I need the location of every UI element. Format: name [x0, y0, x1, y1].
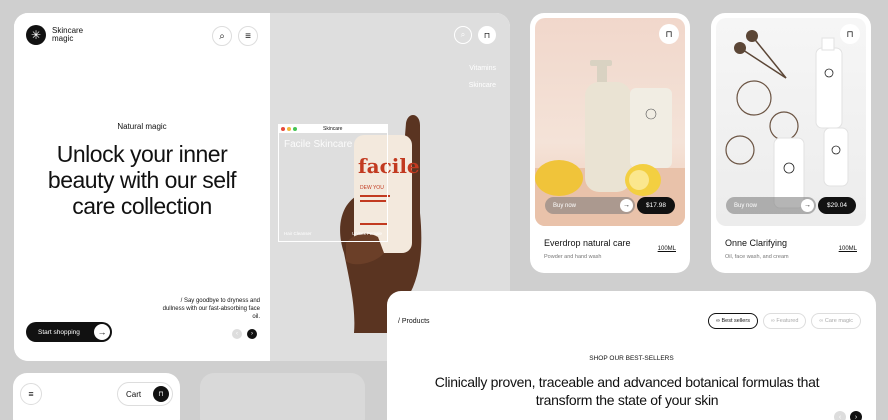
next-slide-button[interactable]: ›	[247, 329, 257, 339]
browser-foot-left: Hair Cleanser	[284, 231, 312, 236]
prev-button[interactable]: ‹	[834, 411, 846, 420]
filter-chips: ∞ Best sellers ∞ Featured ∞ Care magic	[708, 313, 861, 329]
logo-text: Skincare magic	[52, 26, 84, 43]
product-card[interactable]: ⊓ Buy now → $17.98 Everdrop natural care…	[530, 13, 690, 273]
chip-label: Care magic	[824, 318, 853, 324]
bag-button[interactable]: ⊓	[478, 26, 496, 44]
browser-foot-right: Unisex Female	[351, 231, 382, 236]
menu-icon: ≡	[245, 30, 251, 42]
start-shopping-button[interactable]: Start shopping →	[26, 322, 112, 342]
menu-icon: ≡	[28, 389, 34, 399]
product-size[interactable]: 100ML	[658, 246, 676, 252]
close-dot-icon	[281, 127, 285, 131]
search-button[interactable]: ⌕	[212, 26, 232, 46]
products-panel: / Products ∞ Best sellers ∞ Featured ∞ C…	[387, 291, 876, 420]
section-kicker: SHOP OUR BEST-SELLERS	[589, 355, 674, 362]
logo-star-icon: ✳	[26, 25, 46, 45]
everdrop-products-image	[535, 60, 685, 226]
search-icon: ⌕	[219, 30, 225, 42]
buy-now-label: Buy now	[734, 202, 758, 209]
bag-icon: ⊓	[665, 28, 673, 39]
bag-icon: ⊓	[846, 28, 854, 39]
cta-label: Start shopping	[38, 328, 80, 336]
carousel-nav: ‹ ›	[834, 411, 862, 420]
buy-now-button[interactable]: Buy now →	[545, 197, 635, 214]
arrow-right-icon: ›	[251, 331, 253, 337]
hero-subcopy: / Say goodbye to dryness and dullness wi…	[162, 298, 260, 320]
arrow-left-icon: ‹	[236, 331, 238, 337]
product-card[interactable]: ⊓ Buy now → $29.04 Onne Clarifying Oil, …	[711, 13, 871, 273]
onne-products-image	[725, 30, 849, 209]
product-desc: Oil, face wash, and cream	[725, 254, 789, 260]
product-desc: Powder and hand wash	[544, 254, 602, 260]
side-menu: Vitamins Skincare	[469, 60, 496, 94]
arrow-right-icon: →	[801, 199, 814, 212]
minimize-dot-icon	[287, 127, 291, 131]
side-menu-item-vitamins[interactable]: Vitamins	[469, 60, 496, 77]
bag-icon: ⊓	[153, 386, 169, 402]
menu-button[interactable]: ≡	[238, 26, 258, 46]
product-image: ⊓ Buy now → $29.04	[716, 18, 866, 226]
browser-overlay: Skincare Facile Skincare Hair Cleanser U…	[278, 124, 388, 242]
hero-eyebrow: Natural magic	[117, 122, 167, 131]
hero-left-panel: ✳ Skincare magic ⌕ ≡ Natural magic Unloc…	[14, 13, 270, 361]
section-statement: Clinically proven, traceable and advance…	[434, 374, 820, 408]
chip-best-sellers[interactable]: ∞ Best sellers	[708, 313, 758, 329]
chip-care-magic[interactable]: ∞ Care magic	[811, 313, 861, 329]
prev-slide-button[interactable]: ‹	[232, 329, 242, 339]
product-size[interactable]: 100ML	[839, 246, 857, 252]
search-icon: ⌕	[460, 30, 466, 39]
menu-button[interactable]: ≡	[20, 383, 42, 405]
cart-label: Cart	[126, 389, 142, 399]
buy-now-label: Buy now	[553, 202, 577, 209]
hero-headline: Unlock your inner beauty with our self c…	[47, 141, 237, 219]
arrow-right-icon: →	[620, 199, 633, 212]
chip-label: Featured	[776, 318, 799, 324]
buy-now-button[interactable]: Buy now →	[726, 197, 816, 214]
maximize-dot-icon	[293, 127, 297, 131]
browser-bar: Skincare	[279, 125, 387, 133]
product-name: Onne Clarifying	[725, 238, 788, 248]
add-to-cart-button[interactable]: ⊓	[659, 24, 679, 44]
search-button-light[interactable]: ⌕	[454, 26, 472, 44]
logo[interactable]: ✳ Skincare magic	[26, 25, 88, 45]
product-image: ⊓ Buy now → $17.98	[535, 18, 685, 226]
breadcrumb[interactable]: / Products	[398, 318, 430, 325]
browser-foot: Hair Cleanser Unisex Female	[284, 231, 382, 237]
side-menu-item-skincare[interactable]: Skincare	[469, 77, 496, 94]
cart-button[interactable]: Cart ⊓	[117, 382, 173, 406]
product-name: Everdrop natural care	[544, 238, 631, 248]
chip-label: Best sellers	[721, 318, 750, 324]
add-to-cart-button[interactable]: ⊓	[840, 24, 860, 44]
placeholder-card	[200, 373, 365, 420]
browser-title: Skincare	[323, 126, 343, 132]
chip-featured[interactable]: ∞ Featured	[762, 313, 807, 329]
price-badge: $29.04	[818, 197, 856, 214]
bag-icon: ⊓	[483, 30, 491, 40]
browser-brand: Facile Skincare	[284, 139, 353, 150]
mini-header-card: ≡ Cart ⊓	[13, 373, 180, 420]
price-badge: $17.98	[637, 197, 675, 214]
next-button[interactable]: ›	[850, 411, 862, 420]
arrow-right-icon: →	[94, 324, 110, 340]
